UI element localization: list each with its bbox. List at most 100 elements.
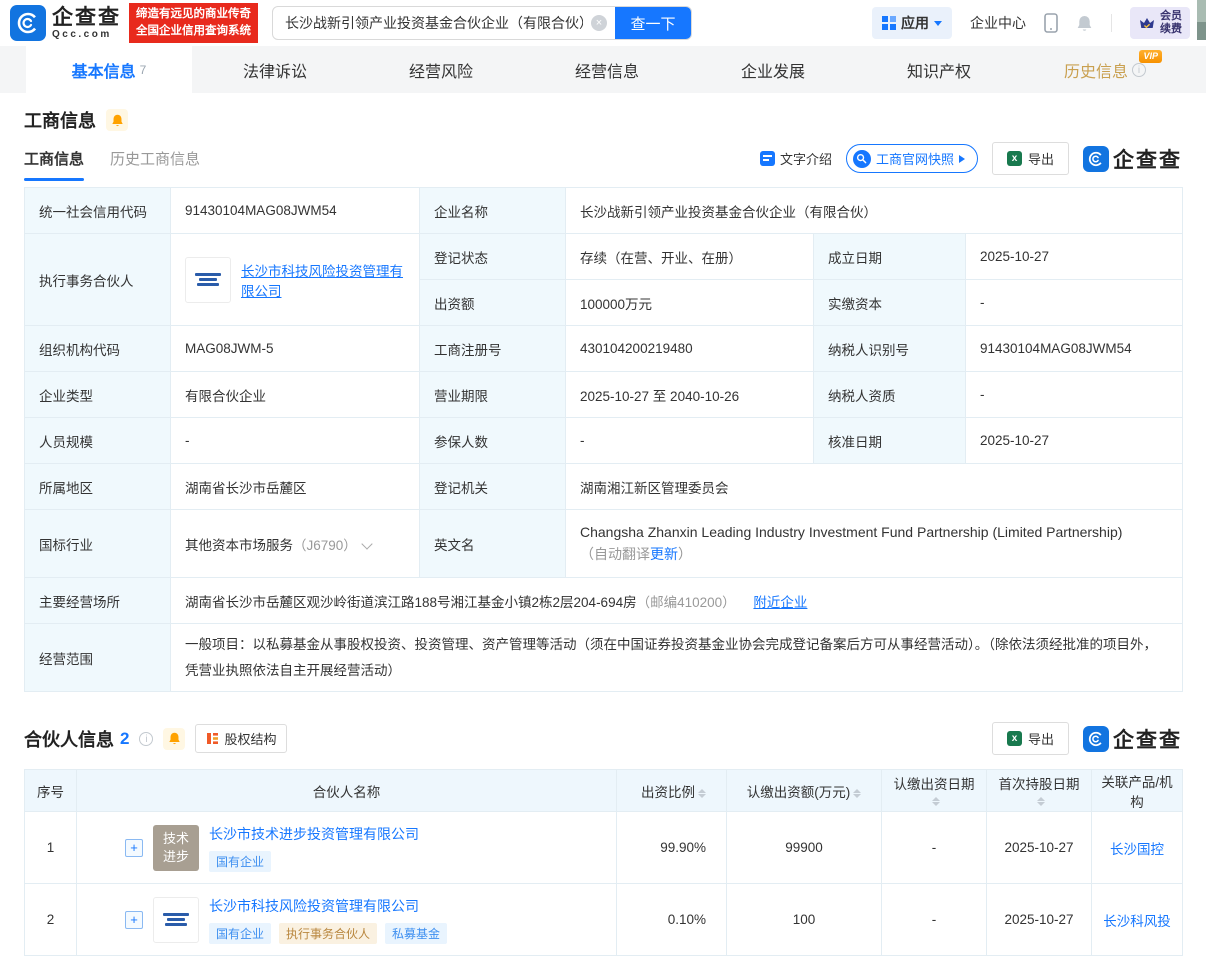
tab-development[interactable]: 企业发展	[690, 46, 856, 93]
company-name-value: 长沙战新引领产业投资基金合伙企业（有限合伙）	[566, 188, 1183, 234]
established-label: 成立日期	[814, 234, 966, 280]
area-value: 湖南省长沙市岳麓区	[171, 464, 420, 510]
text-intro-button[interactable]: 文字介绍	[760, 149, 832, 168]
vip-label-2: 续费	[1160, 23, 1182, 36]
sort-icon[interactable]	[853, 789, 861, 798]
related-product-link[interactable]: 长沙国控	[1110, 842, 1164, 857]
expand-row-button[interactable]: +	[125, 839, 143, 857]
business-info-table: 统一社会信用代码 91430104MAG08JWM54 企业名称 长沙战新引领产…	[24, 187, 1183, 692]
qcc-logo[interactable]: 企查查 Qcc.com	[10, 5, 121, 41]
reg-no-value: 430104200219480	[566, 326, 814, 372]
search-button[interactable]: 查一下	[615, 6, 691, 40]
insured-label: 参保人数	[420, 418, 566, 464]
brand-domain: Qcc.com	[52, 30, 121, 40]
reg-no-label: 工商注册号	[420, 326, 566, 372]
partner-date: -	[882, 812, 987, 884]
org-code-label: 组织机构代码	[25, 326, 171, 372]
vip-renew-button[interactable]: 会员 续费	[1130, 7, 1190, 39]
col-date[interactable]: 认缴出资日期	[882, 770, 987, 812]
taxpayer-id-value: 91430104MAG08JWM54	[966, 326, 1183, 372]
staff-label: 人员规模	[25, 418, 171, 464]
expand-row-button[interactable]: +	[125, 911, 143, 929]
tab-legal[interactable]: 法律诉讼	[192, 46, 358, 93]
tab-operation-risk[interactable]: 经营风险	[358, 46, 524, 93]
excel-icon: x	[1007, 731, 1022, 746]
brand-name: 企查查	[52, 7, 121, 28]
english-name-label: 英文名	[420, 510, 566, 578]
equity-structure-button[interactable]: 股权结构	[195, 724, 287, 753]
scope-value: 一般项目：以私募基金从事股权投资、投资管理、资产管理等活动（须在中国证券投资基金…	[171, 624, 1183, 692]
taxpayer-quality-value: -	[966, 372, 1183, 418]
org-code-value: MAG08JWM-5	[171, 326, 420, 372]
scope-label: 经营范围	[25, 624, 171, 692]
subtab-business-info[interactable]: 工商信息	[24, 148, 84, 181]
partner-ratio: 0.10%	[617, 884, 727, 956]
scrollbar[interactable]	[1197, 0, 1206, 40]
tag-state-owned: 国有企业	[209, 851, 271, 872]
tab-history-info[interactable]: VIP 历史信息 i	[1022, 46, 1188, 93]
industry-code: （J6790）	[293, 538, 357, 553]
partner-name-link[interactable]: 长沙市技术进步投资管理有限公司	[209, 824, 419, 844]
subtab-history-business-info[interactable]: 历史工商信息	[110, 148, 200, 181]
address-value: 湖南省长沙市岳麓区观沙岭街道滨江路188号湘江基金小镇2栋2层204-694房（…	[171, 578, 1183, 624]
col-first-date[interactable]: 首次持股日期	[987, 770, 1092, 812]
industry-value: 其他资本市场服务（J6790）	[171, 510, 420, 578]
search-input[interactable]	[273, 15, 591, 31]
approval-value: 2025-10-27	[966, 418, 1183, 464]
search-clear-icon[interactable]: ×	[591, 15, 607, 31]
company-type-label: 企业类型	[25, 372, 171, 418]
nearby-companies-link[interactable]: 附近企业	[753, 595, 807, 610]
translation-update-link[interactable]: 更新	[650, 546, 678, 562]
sort-icon[interactable]	[698, 789, 706, 798]
col-ratio[interactable]: 出资比例	[617, 770, 727, 812]
tab-operation-info[interactable]: 经营信息	[524, 46, 690, 93]
tab-intellectual-property[interactable]: 知识产权	[856, 46, 1022, 93]
vip-badge: VIP	[1139, 50, 1162, 63]
term-value: 2025-10-27 至 2040-10-26	[566, 372, 814, 418]
official-snapshot-button[interactable]: 工商官网快照	[846, 144, 978, 173]
partners-export-button[interactable]: x 导出	[992, 722, 1069, 755]
partner-row: 1 + 技术进步 长沙市技术进步投资管理有限公司 国有企业 99.90% 999…	[25, 812, 1183, 884]
exec-partner-logo	[185, 257, 231, 303]
partner-amount: 100	[727, 884, 882, 956]
org-chart-icon	[206, 732, 219, 745]
partner-row: 2 + 长沙市科技风险投资管理有限公司 国有企业 执行事务合伙人 私募基金	[25, 884, 1183, 956]
mobile-app-icon[interactable]	[1044, 13, 1058, 33]
partner-logo	[153, 897, 199, 943]
partner-no: 1	[25, 812, 77, 884]
partners-monitor-bell-icon[interactable]	[163, 728, 185, 750]
industry-expand-icon[interactable]	[361, 538, 372, 549]
export-button[interactable]: x 导出	[992, 142, 1069, 175]
industry-label: 国标行业	[25, 510, 171, 578]
apps-menu-button[interactable]: 应用	[872, 7, 952, 39]
exec-partner-label: 执行事务合伙人	[25, 234, 171, 326]
document-icon	[760, 151, 775, 166]
approval-label: 核准日期	[814, 418, 966, 464]
info-icon[interactable]: i	[1132, 63, 1146, 77]
sort-icon[interactable]	[932, 797, 940, 806]
related-product-link[interactable]: 长沙科风投	[1103, 914, 1171, 929]
exec-partner-cell: 长沙市科技风险投资管理有限公司	[171, 234, 420, 326]
tab-basic-info[interactable]: 基本信息7	[26, 46, 192, 93]
status-value: 存续（在营、开业、在册）	[566, 234, 814, 280]
crown-icon	[1138, 16, 1156, 31]
taxpayer-id-label: 纳税人识别号	[814, 326, 966, 372]
enterprise-center-link[interactable]: 企业中心	[970, 13, 1026, 33]
address-label: 主要经营场所	[25, 578, 171, 624]
notification-bell-icon[interactable]	[1076, 14, 1093, 33]
divider	[1111, 14, 1112, 32]
qcc-logo-icon	[10, 5, 46, 41]
business-section-title: 工商信息	[24, 107, 96, 133]
col-name: 合伙人名称	[77, 770, 617, 812]
vip-label-1: 会员	[1160, 10, 1182, 23]
partners-info-icon[interactable]: i	[139, 732, 153, 746]
sort-icon[interactable]	[1037, 797, 1045, 806]
exec-partner-link[interactable]: 长沙市科技风险投资管理有限公司	[241, 260, 405, 300]
partner-no: 2	[25, 884, 77, 956]
col-amount[interactable]: 认缴出资额(万元)	[727, 770, 882, 812]
insured-value: -	[566, 418, 814, 464]
monitor-bell-icon[interactable]	[106, 109, 128, 131]
partner-name-link[interactable]: 长沙市科技风险投资管理有限公司	[209, 896, 447, 916]
top-header: 企查查 Qcc.com 缔造有远见的商业传奇 全国企业信用查询系统 × 查一下 …	[0, 0, 1206, 46]
tag-executive-partner: 执行事务合伙人	[279, 923, 377, 944]
